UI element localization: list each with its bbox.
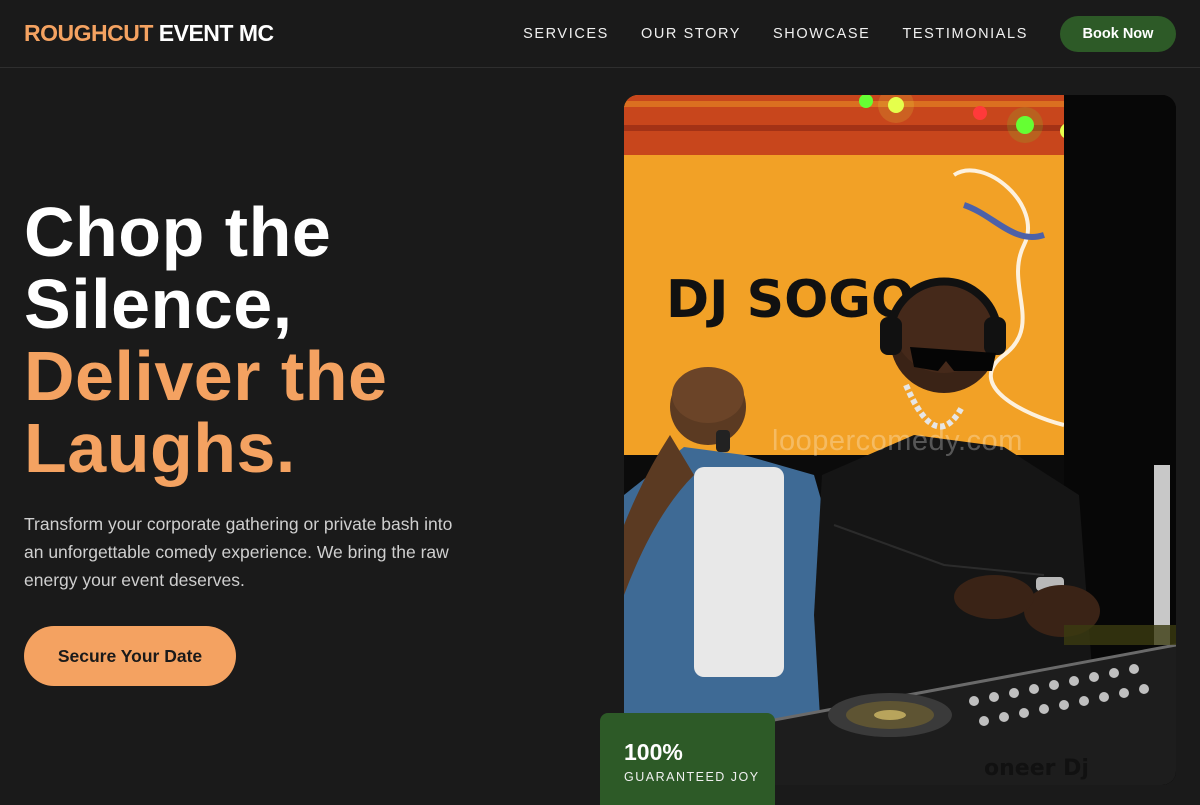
stat-value: 100% <box>624 739 683 765</box>
mixer-brand-text: oneer Dj <box>984 756 1089 781</box>
brand-rest-text: EVENT MC <box>158 20 274 46</box>
book-now-button[interactable]: Book Now <box>1060 15 1176 52</box>
headline-line: Chop the <box>24 193 332 271</box>
stat-label: GUARANTEED JOY <box>624 770 760 784</box>
nav-links: SERVICES OUR STORY SHOWCASE TESTIMONIALS… <box>523 15 1176 52</box>
hero-photo: DJ SOGOO oneer Dj loopercomedy.com <box>624 95 1176 785</box>
headline-line: Silence, <box>24 265 293 343</box>
hero-text-section: Chop the Silence, Deliver the Laughs. Tr… <box>24 196 564 686</box>
headline-line-accent: Deliver the <box>24 337 388 415</box>
nav-link-services[interactable]: SERVICES <box>523 26 609 42</box>
secure-date-button[interactable]: Secure Your Date <box>24 626 236 686</box>
brand-accent-text: ROUGHCUT <box>24 20 153 46</box>
navbar: ROUGHCUT EVENT MC SERVICES OUR STORY SHO… <box>0 0 1200 68</box>
hero-subtext: Transform your corporate gathering or pr… <box>24 514 453 590</box>
nav-link-our-story[interactable]: OUR STORY <box>641 26 741 42</box>
brand-logo[interactable]: ROUGHCUT EVENT MC <box>24 20 274 47</box>
stat-badge: 100% GUARANTEED JOY <box>600 713 775 805</box>
nav-link-showcase[interactable]: SHOWCASE <box>773 26 870 42</box>
hero-headline: Chop the Silence, Deliver the Laughs. <box>24 196 564 484</box>
headline-line-accent: Laughs. <box>24 409 296 487</box>
photo-watermark: loopercomedy.com <box>772 425 1023 457</box>
nav-link-testimonials[interactable]: TESTIMONIALS <box>902 26 1028 42</box>
